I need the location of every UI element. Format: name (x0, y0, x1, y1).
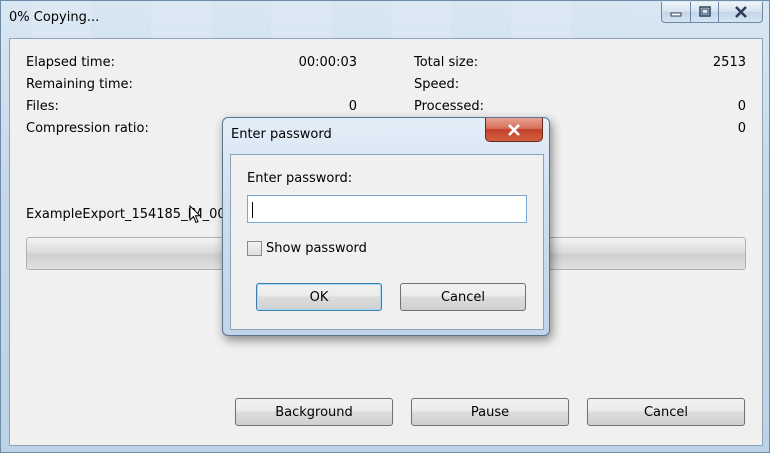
elapsed-time-label: Elapsed time: (26, 55, 115, 70)
minimize-button[interactable] (661, 2, 691, 23)
password-input[interactable] (247, 195, 527, 223)
processed-value: 0 (737, 99, 746, 114)
total-size-label: Total size: (414, 55, 479, 70)
show-password-checkbox[interactable] (247, 241, 262, 256)
compressed-size-value: 0 (737, 121, 746, 136)
cancel-button[interactable]: Cancel (587, 398, 745, 426)
window-title: 0% Copying... (9, 10, 100, 25)
mouse-cursor-icon (189, 205, 201, 224)
speed-label: Speed: (414, 77, 460, 92)
remaining-time-label: Remaining time: (26, 77, 133, 92)
total-size-value: 2513 (712, 55, 746, 70)
dialog-close-button[interactable] (485, 118, 543, 142)
minimize-icon (670, 12, 682, 17)
maximize-icon (698, 6, 711, 17)
password-field-label: Enter password: (247, 171, 353, 186)
pause-button[interactable]: Pause (411, 398, 569, 426)
elapsed-time-value: 00:00:03 (298, 55, 357, 70)
files-value: 0 (348, 99, 357, 114)
password-dialog: Enter password Enter password: Show pass… (222, 117, 550, 336)
show-password-label[interactable]: Show password (266, 241, 367, 256)
background-ghost (31, 1, 631, 39)
files-label: Files: (26, 99, 59, 114)
caption-buttons (661, 2, 763, 23)
maximize-button[interactable] (691, 2, 719, 23)
text-caret (252, 202, 253, 218)
window-close-button[interactable] (719, 2, 763, 23)
close-icon (734, 6, 747, 18)
compression-ratio-label: Compression ratio: (26, 121, 149, 136)
dialog-title: Enter password (231, 127, 332, 142)
copy-progress-window: 0% Copying... Elapsed time: 00:00:03 Rem… (0, 0, 770, 453)
background-button[interactable]: Background (235, 398, 393, 426)
close-icon (508, 123, 520, 136)
ok-button[interactable]: OK (256, 283, 382, 311)
dialog-cancel-button[interactable]: Cancel (400, 283, 526, 311)
current-file-name: ExampleExport_154185_IM_001.c (26, 207, 246, 222)
dialog-client-area: Enter password: Show password OK Cancel (230, 154, 544, 330)
processed-label: Processed: (414, 99, 484, 114)
